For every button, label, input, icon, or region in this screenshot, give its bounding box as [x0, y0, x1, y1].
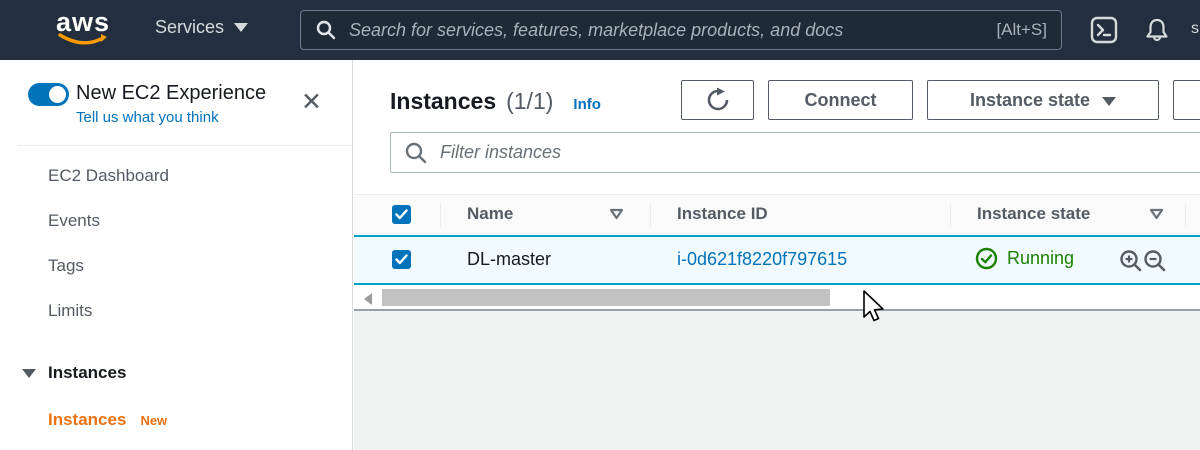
- instance-state-dropdown[interactable]: Instance state: [927, 80, 1159, 120]
- active-item-label: Instances: [48, 410, 126, 430]
- notifications-bell-icon[interactable]: [1142, 16, 1172, 51]
- new-experience-title: New EC2 Experience: [76, 82, 266, 105]
- sidebar-item-events[interactable]: Events: [48, 211, 100, 231]
- sidebar-item-ec2-dashboard[interactable]: EC2 Dashboard: [48, 166, 169, 186]
- refresh-icon: [705, 87, 731, 113]
- sidebar: New EC2 Experience Tell us what you thin…: [0, 60, 353, 450]
- column-divider: [950, 203, 951, 227]
- new-badge: New: [140, 413, 167, 428]
- sort-icon-name[interactable]: [609, 208, 624, 220]
- aws-logo-text: aws: [55, 8, 111, 36]
- instance-state-label: Instance state: [970, 90, 1090, 111]
- services-label: Services: [155, 17, 224, 38]
- check-icon: [395, 209, 408, 220]
- column-header-name[interactable]: Name: [467, 204, 513, 224]
- column-header-instance-state[interactable]: Instance state: [977, 204, 1090, 224]
- filter-value-icons: [1118, 248, 1168, 274]
- horizontal-scrollbar[interactable]: [354, 289, 1200, 307]
- global-search-input[interactable]: [349, 20, 984, 41]
- feedback-link[interactable]: Tell us what you think: [76, 109, 219, 126]
- column-divider: [1185, 203, 1186, 227]
- connect-label: Connect: [805, 90, 877, 111]
- section-label: Instances: [48, 363, 126, 383]
- topbar-edge-text: s: [1191, 20, 1199, 38]
- scrollbar-thumb[interactable]: [382, 289, 830, 306]
- search-icon: [404, 141, 428, 165]
- column-divider: [650, 203, 651, 227]
- row-checkbox[interactable]: [392, 250, 411, 269]
- column-divider: [440, 203, 441, 227]
- services-menu[interactable]: Services: [155, 17, 248, 38]
- close-icon[interactable]: ✕: [301, 90, 322, 115]
- content-background: [354, 311, 1200, 450]
- filter-instances-input[interactable]: [440, 142, 1200, 163]
- chevron-down-icon: [234, 23, 248, 32]
- global-search-box[interactable]: [Alt+S]: [300, 10, 1062, 50]
- sidebar-item-limits[interactable]: Limits: [48, 301, 92, 321]
- sidebar-divider: [18, 145, 352, 146]
- main-content: Instances (1/1) Info Connect Instance st…: [354, 60, 1200, 450]
- connect-button[interactable]: Connect: [768, 80, 913, 120]
- instance-id-link[interactable]: i-0d621f8220f797615: [677, 249, 847, 270]
- page-title: Instances: [390, 88, 496, 115]
- running-check-icon: [975, 247, 998, 270]
- column-header-instance-id[interactable]: Instance ID: [677, 204, 768, 224]
- instance-state-value: Running: [1007, 248, 1074, 269]
- scroll-left-arrow-icon[interactable]: [364, 293, 372, 305]
- aws-logo[interactable]: aws: [55, 8, 111, 48]
- search-shortcut-hint: [Alt+S]: [996, 20, 1047, 40]
- instance-name-cell: DL-master: [467, 249, 551, 270]
- sort-icon-instance-state[interactable]: [1149, 208, 1164, 220]
- sidebar-section-instances[interactable]: Instances: [22, 363, 126, 383]
- filter-instances-box[interactable]: [390, 132, 1200, 173]
- zoom-in-icon[interactable]: [1118, 248, 1144, 274]
- table-header: Name Instance ID Instance state: [354, 194, 1200, 234]
- search-icon: [315, 19, 337, 41]
- refresh-button[interactable]: [681, 80, 754, 120]
- sidebar-item-instances-active[interactable]: Instances New: [48, 410, 167, 430]
- instance-state-cell: Running: [975, 247, 1074, 270]
- instance-count: (1/1): [506, 88, 553, 115]
- table-row[interactable]: DL-master i-0d621f8220f797615 Running: [354, 235, 1200, 285]
- new-experience-toggle[interactable]: [28, 83, 69, 106]
- top-navigation-bar: aws Services [Alt+S] s: [0, 0, 1200, 60]
- actions-button-partial[interactable]: [1173, 80, 1200, 120]
- select-all-checkbox[interactable]: [392, 205, 411, 224]
- info-link[interactable]: Info: [573, 96, 601, 113]
- chevron-down-icon: [1102, 97, 1116, 106]
- toggle-knob: [49, 86, 66, 103]
- section-collapse-icon: [22, 369, 36, 378]
- zoom-out-icon[interactable]: [1142, 248, 1168, 274]
- sidebar-item-tags[interactable]: Tags: [48, 256, 84, 276]
- check-icon: [395, 254, 408, 265]
- page-header: Instances (1/1) Info: [390, 88, 601, 115]
- cloudshell-icon[interactable]: [1090, 16, 1118, 49]
